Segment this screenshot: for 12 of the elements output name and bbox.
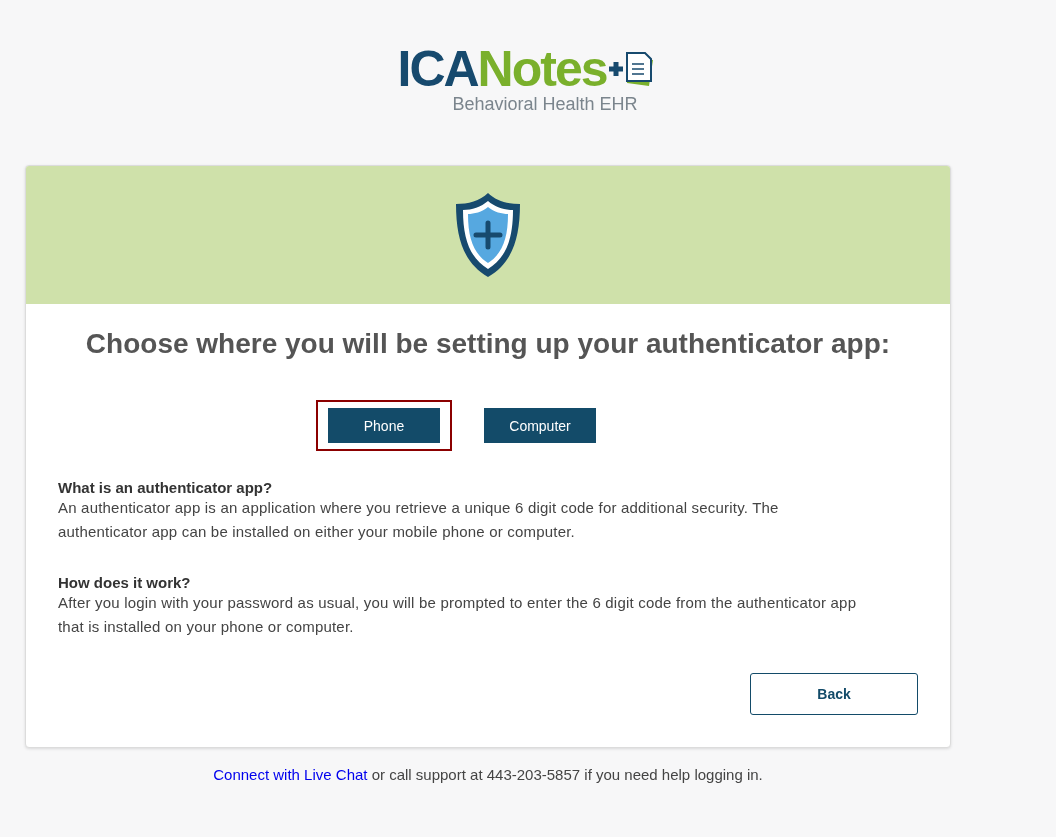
logo-text: ICA [397,46,478,92]
section-heading: How does it work? [58,574,192,591]
section-heading: What is an authenticator app? [58,479,274,496]
live-chat-link[interactable]: Connect with Live Chat [213,766,368,783]
logo-text: Notes [477,46,607,92]
back-button[interactable]: Back [750,673,918,715]
logo-tagline: Behavioral Health EHR [452,94,638,115]
option-button[interactable]: Phone [316,400,452,451]
section-text: An authenticator app is an application where you retrieve a unique 6 digit code for additional security. The authenticator app can be installed on either your mobile phone or computer. [58,498,780,542]
support-text: or call support at 443-203-5857 if you need help logging in. [371,766,763,783]
section-text: After you login with your password as usual, you will be prompted to enter the 6 digit code from the authenticator app that is installed on your phone or computer. [58,593,858,637]
page-title: Choose where you will be setting up your authenticator app: [84,328,892,360]
